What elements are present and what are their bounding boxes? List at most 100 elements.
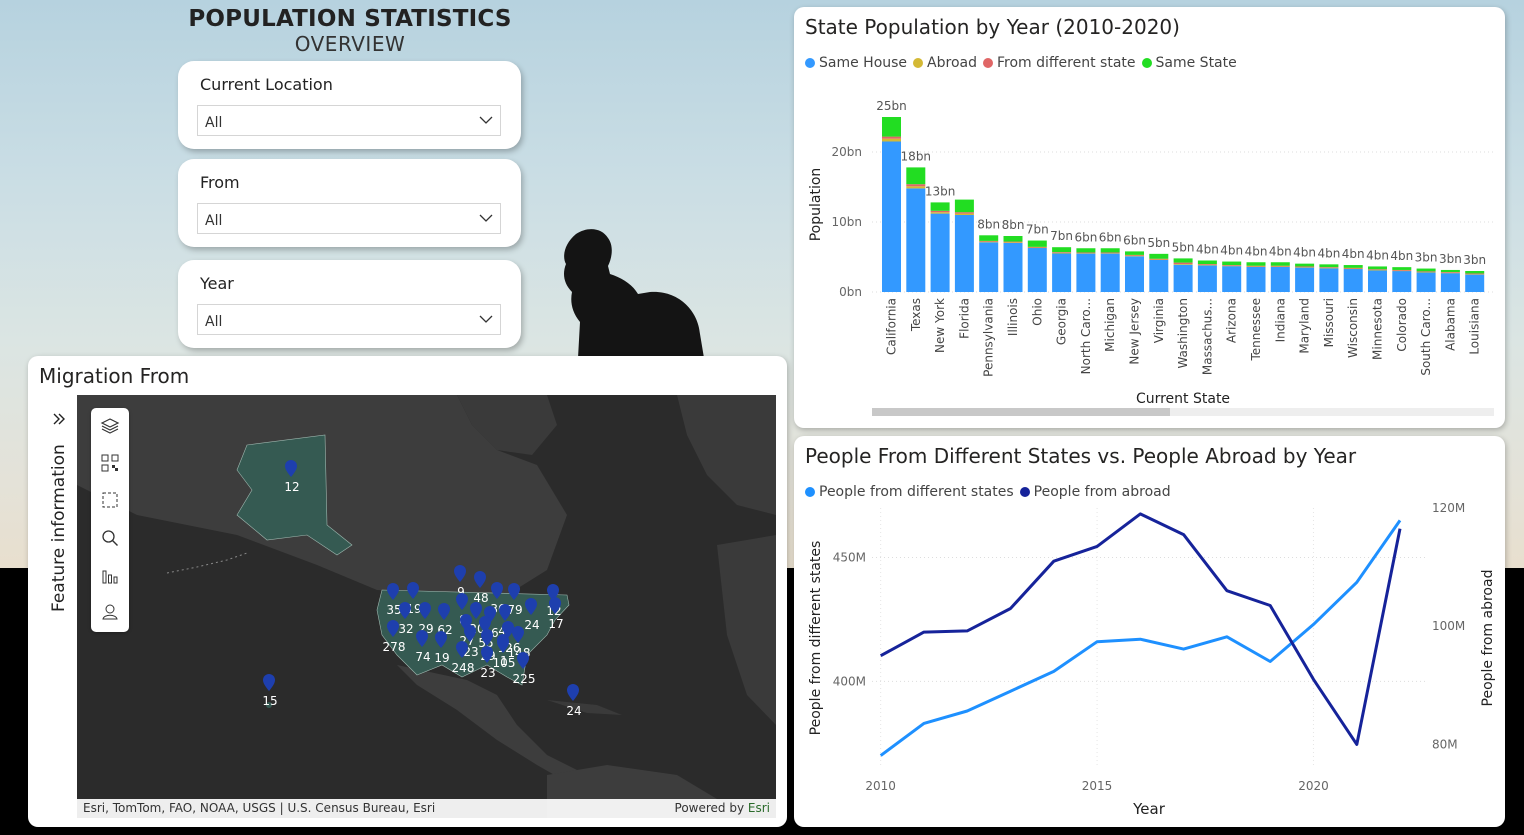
bar-segment[interactable] bbox=[1246, 266, 1266, 267]
bar-segment[interactable] bbox=[1368, 270, 1387, 292]
bar-segment[interactable] bbox=[1027, 246, 1047, 248]
bar-chart-icon[interactable] bbox=[100, 566, 120, 586]
bar-segment[interactable] bbox=[1440, 272, 1460, 273]
bar-segment[interactable] bbox=[1149, 259, 1169, 260]
series-line[interactable] bbox=[879, 519, 1402, 757]
bar-segment[interactable] bbox=[1100, 253, 1120, 254]
series-line[interactable] bbox=[879, 512, 1402, 746]
bar-segment[interactable] bbox=[930, 212, 950, 214]
year-dropdown[interactable]: All bbox=[197, 304, 501, 335]
bar-segment[interactable] bbox=[1173, 262, 1193, 264]
bar-segment[interactable] bbox=[1125, 255, 1144, 257]
map-canvas[interactable]: 1235199483679123229628201647275512624278… bbox=[77, 395, 776, 818]
bar-segment[interactable] bbox=[1027, 240, 1047, 247]
bar-segment[interactable] bbox=[954, 213, 974, 215]
bar-segment[interactable] bbox=[979, 235, 999, 241]
feature-information-toggle[interactable]: Feature information bbox=[49, 444, 69, 612]
bar-segment[interactable] bbox=[1246, 265, 1266, 267]
map-marker[interactable]: 24 bbox=[524, 598, 540, 632]
bar-segment[interactable] bbox=[979, 242, 999, 292]
bar-segment[interactable] bbox=[1076, 253, 1096, 293]
bar-segment[interactable] bbox=[882, 141, 901, 293]
bar-segment[interactable] bbox=[882, 136, 901, 139]
bar-segment[interactable] bbox=[906, 184, 926, 187]
bar-segment[interactable] bbox=[1222, 266, 1242, 292]
bar-segment[interactable] bbox=[1465, 273, 1485, 275]
bar-segment[interactable] bbox=[1392, 269, 1412, 271]
bar-segment[interactable] bbox=[1052, 252, 1072, 254]
bar-segment[interactable] bbox=[1368, 269, 1387, 271]
bar-segment[interactable] bbox=[1392, 267, 1412, 270]
bar-segment[interactable] bbox=[1343, 267, 1363, 269]
bar-segment[interactable] bbox=[1295, 267, 1315, 293]
bar-segment[interactable] bbox=[954, 215, 974, 292]
bar-segment[interactable] bbox=[1027, 247, 1047, 249]
bar-segment[interactable] bbox=[1003, 236, 1023, 242]
bar-segment[interactable] bbox=[1465, 271, 1485, 274]
bar-segment[interactable] bbox=[1197, 264, 1217, 265]
double-chevron-right-icon[interactable] bbox=[52, 412, 66, 426]
map-marker[interactable]: 35 bbox=[386, 583, 402, 617]
bar-segment[interactable] bbox=[1270, 266, 1290, 292]
bar-segment[interactable] bbox=[1003, 243, 1023, 292]
bar-segment[interactable] bbox=[1125, 254, 1144, 256]
bar-segment[interactable] bbox=[1222, 265, 1242, 267]
bar-segment[interactable] bbox=[1392, 270, 1412, 272]
bar-segment[interactable] bbox=[979, 240, 999, 242]
bar-segment[interactable] bbox=[1343, 268, 1363, 292]
bar-segment[interactable] bbox=[1173, 258, 1193, 263]
bar-segment[interactable] bbox=[1125, 256, 1144, 292]
bar-segment[interactable] bbox=[1222, 265, 1242, 266]
bar-segment[interactable] bbox=[1368, 266, 1387, 270]
bar-segment[interactable] bbox=[1295, 267, 1315, 268]
from-dropdown[interactable]: All bbox=[197, 203, 501, 234]
bar-segment[interactable] bbox=[1440, 273, 1460, 292]
bar-segment[interactable] bbox=[1100, 253, 1120, 293]
bar-segment[interactable] bbox=[906, 188, 926, 292]
bar-segment[interactable] bbox=[1173, 264, 1193, 292]
bar-segment[interactable] bbox=[1343, 265, 1363, 268]
bar-segment[interactable] bbox=[930, 210, 950, 213]
bar-segment[interactable] bbox=[882, 138, 901, 142]
bar-segment[interactable] bbox=[1197, 260, 1217, 265]
bar-segment[interactable] bbox=[1416, 271, 1436, 273]
bar-segment[interactable] bbox=[930, 213, 950, 292]
bar-segment[interactable] bbox=[1149, 253, 1169, 259]
bar-segment[interactable] bbox=[1125, 251, 1144, 255]
bar-segment[interactable] bbox=[1246, 262, 1266, 266]
bar-segment[interactable] bbox=[1173, 264, 1193, 265]
layers-icon[interactable] bbox=[100, 416, 120, 436]
map-marker[interactable]: 12 bbox=[284, 460, 300, 494]
bar-segment[interactable] bbox=[906, 186, 926, 189]
bar-segment[interactable] bbox=[1100, 248, 1120, 253]
bar-segment[interactable] bbox=[1197, 264, 1217, 266]
bar-segment[interactable] bbox=[1003, 242, 1023, 243]
bar-segment[interactable] bbox=[1076, 253, 1096, 254]
bar-segment[interactable] bbox=[1416, 268, 1436, 272]
bar-segment[interactable] bbox=[1052, 252, 1072, 253]
bar-segment[interactable] bbox=[1149, 258, 1169, 260]
bar-segment[interactable] bbox=[979, 241, 999, 243]
bar-segment[interactable] bbox=[1343, 268, 1363, 270]
bar-segment[interactable] bbox=[1465, 274, 1485, 293]
selection-box-icon[interactable] bbox=[100, 490, 120, 510]
bar-segment[interactable] bbox=[1052, 253, 1072, 293]
bar-segment[interactable] bbox=[1076, 252, 1096, 254]
bar-segment[interactable] bbox=[1076, 248, 1096, 253]
bar-segment[interactable] bbox=[1197, 265, 1217, 292]
bar-segment[interactable] bbox=[1319, 267, 1339, 268]
bar-segment[interactable] bbox=[1027, 247, 1047, 292]
line-chart-plot[interactable]: 400M 450M 80M 100M 120M 2010 2015 2020 People fr… bbox=[794, 436, 1505, 827]
bar-segment[interactable] bbox=[954, 199, 974, 213]
bar-segment[interactable] bbox=[1295, 266, 1315, 268]
current-location-dropdown[interactable]: All bbox=[197, 105, 501, 136]
esri-link[interactable]: Esri bbox=[748, 801, 770, 815]
bar-segment[interactable] bbox=[1052, 247, 1072, 253]
bar-chart-plot[interactable]: 0bn 10bn 20bn 25bn California 18bn Texas 13bn Ne… bbox=[794, 7, 1505, 428]
bar-segment[interactable] bbox=[1319, 268, 1339, 292]
bar-segment[interactable] bbox=[930, 202, 950, 211]
bar-segment[interactable] bbox=[1149, 259, 1169, 292]
bar-segment[interactable] bbox=[906, 167, 926, 185]
bar-segment[interactable] bbox=[882, 117, 901, 137]
bar-segment[interactable] bbox=[1465, 274, 1485, 275]
